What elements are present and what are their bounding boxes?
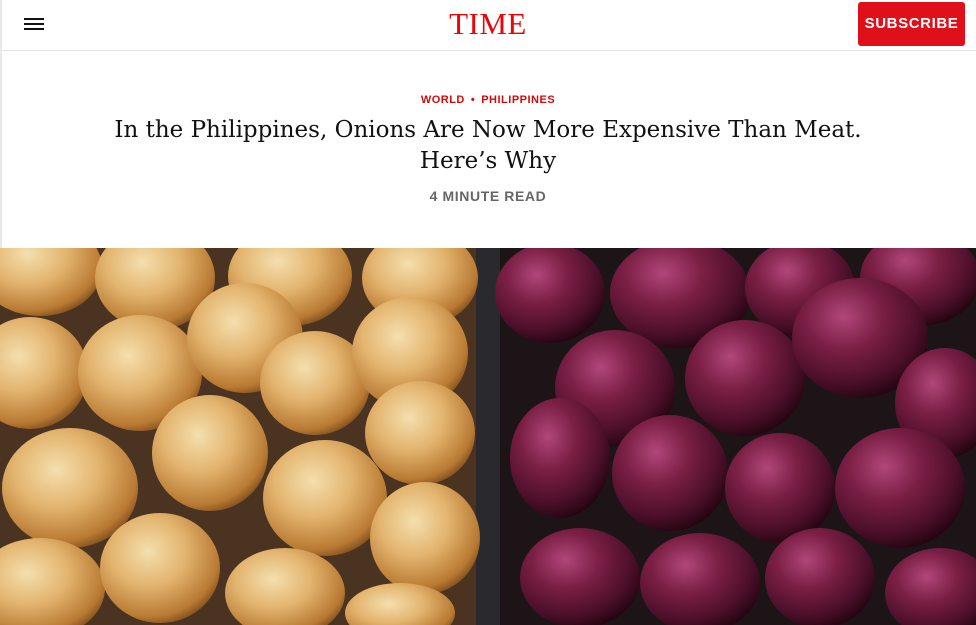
- article-headline: In the Philippines, Onions Are Now More …: [114, 117, 862, 174]
- read-time: 4 MINUTE READ: [429, 188, 547, 204]
- hero-image-onions: [0, 248, 976, 625]
- section-link-philippines[interactable]: PHILIPPINES: [481, 94, 555, 106]
- subscribe-button[interactable]: SUBSCRIBE: [858, 2, 965, 46]
- section-link-world[interactable]: WORLD: [421, 94, 465, 106]
- kicker-separator: •: [470, 94, 476, 106]
- article-kicker: WORLD • PHILIPPINES: [0, 93, 976, 107]
- article-header: WORLD • PHILIPPINES In the Philippines, On…: [0, 51, 976, 248]
- site-header: TIME SUBSCRIBE: [0, 0, 976, 51]
- time-logo[interactable]: TIME: [0, 4, 976, 44]
